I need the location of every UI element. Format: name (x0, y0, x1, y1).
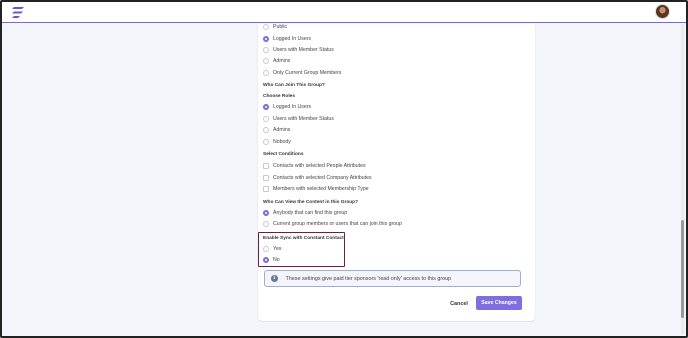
option-label: Public (273, 23, 288, 30)
radio-button-selected[interactable] (263, 209, 269, 216)
option-label: Yes (273, 245, 282, 252)
visibility-option-logged-in-users[interactable]: Logged In Users (263, 33, 311, 44)
user-avatar[interactable] (655, 4, 670, 19)
condition-company-attributes[interactable]: Contacts with selected Company Attribute… (263, 172, 372, 183)
save-changes-button[interactable]: Save Changes (476, 296, 522, 310)
role-option-nobody[interactable]: Nobody (263, 136, 291, 147)
visibility-option-current-members[interactable]: Only Current Group Members (263, 67, 341, 78)
option-label: Nobody (273, 138, 291, 145)
role-option-member-status[interactable]: Users with Member Status (263, 113, 334, 124)
radio-button[interactable] (263, 69, 269, 76)
cancel-button[interactable]: Cancel (444, 297, 474, 310)
role-option-logged-in-users[interactable]: Logged In Users (263, 101, 311, 112)
condition-membership-type[interactable]: Members with selected Membership Type (263, 183, 369, 194)
option-label: Only Current Group Members (273, 69, 342, 76)
checkbox[interactable] (263, 174, 269, 181)
visibility-option-admins[interactable]: Admins (263, 55, 290, 66)
option-label: Users with Member Status (273, 115, 334, 122)
radio-button[interactable] (263, 126, 269, 133)
visibility-option-member-status[interactable]: Users with Member Status (263, 44, 334, 55)
option-label: Admins (273, 126, 291, 133)
condition-people-attributes[interactable]: Contacts with selected People Attributes (263, 160, 366, 171)
radio-button[interactable] (263, 46, 269, 53)
option-label: No (273, 256, 280, 263)
option-label: Users with Member Status (273, 46, 334, 53)
option-label: Members with selected Membership Type (273, 185, 369, 192)
radio-button[interactable] (263, 23, 269, 30)
info-banner: i These settings give paid tier sponsors… (264, 270, 521, 287)
radio-button[interactable] (263, 220, 269, 227)
sync-option-yes[interactable]: Yes (263, 243, 281, 254)
content-view-option-members[interactable]: Current group members or users that can … (263, 218, 402, 229)
select-conditions-heading: Select Conditions (263, 152, 304, 157)
radio-button[interactable] (263, 57, 269, 64)
scrollbar-thumb[interactable] (681, 220, 684, 318)
visibility-option-public[interactable]: Public (263, 21, 287, 32)
info-text: These settings give paid tier sponsors '… (285, 275, 452, 282)
content-view-option-anybody[interactable]: Anybody that can find this group (263, 207, 347, 218)
option-label: Anybody that can find this group (273, 209, 348, 216)
option-label: Logged In Users (273, 35, 312, 42)
role-option-admins[interactable]: Admins (263, 124, 290, 135)
radio-button[interactable] (263, 245, 269, 252)
choose-roles-heading: Choose Roles (263, 94, 295, 99)
sync-heading: Enable Sync with Constant Contact (263, 236, 344, 241)
option-label: Admins (273, 57, 291, 64)
radio-button-selected[interactable] (263, 35, 269, 42)
option-label: Contacts with selected Company Attribute… (273, 174, 372, 181)
radio-button[interactable] (263, 138, 269, 145)
option-label: Contacts with selected People Attributes (273, 162, 366, 169)
checkbox[interactable] (263, 185, 269, 192)
radio-button-selected[interactable] (263, 256, 269, 263)
option-label: Current group members or users that can … (273, 220, 402, 227)
top-navigation-bar (2, 2, 686, 23)
info-icon: i (271, 275, 278, 282)
radio-button[interactable] (263, 115, 269, 122)
join-heading: Who Can Join This Group? (263, 83, 325, 88)
option-label: Logged In Users (273, 103, 312, 110)
bolt-logo-icon[interactable] (11, 6, 25, 19)
checkbox[interactable] (263, 162, 269, 169)
radio-button-selected[interactable] (263, 103, 269, 110)
content-view-heading: Who Can View the Content in this Group? (263, 200, 359, 205)
sync-option-no[interactable]: No (263, 254, 280, 265)
